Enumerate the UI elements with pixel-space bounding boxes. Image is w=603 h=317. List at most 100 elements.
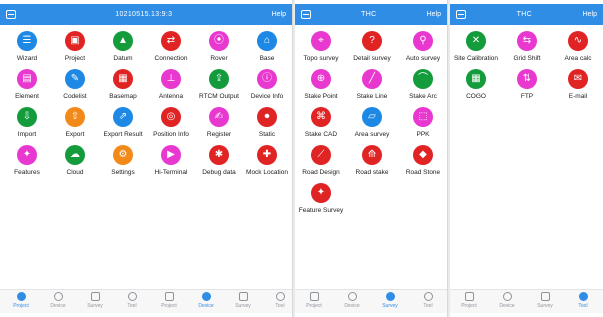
function-item[interactable]: ▣ Project xyxy=(49,31,101,71)
tab-project[interactable]: Project xyxy=(151,292,187,312)
help-link[interactable]: Help xyxy=(272,11,286,18)
function-item[interactable]: ☰ Wizard xyxy=(1,31,53,71)
tab-label: Tool xyxy=(423,303,433,309)
function-item[interactable]: ▲ Datum xyxy=(97,31,149,71)
scan-icon[interactable] xyxy=(301,10,311,19)
tab-device[interactable]: Device xyxy=(334,292,370,312)
function-label: Antenna xyxy=(158,93,184,100)
function-item[interactable]: ⇪ RTCM Output xyxy=(193,69,245,109)
device-tab-icon xyxy=(53,292,63,301)
tab-survey[interactable]: Survey xyxy=(527,292,563,312)
function-item[interactable]: ⓘ Device Info xyxy=(241,69,293,109)
function-item[interactable]: ⇆ Grid Shift xyxy=(501,31,553,71)
function-label: Connection xyxy=(154,55,188,62)
tab-label: Tool xyxy=(275,303,285,309)
stake-line-icon: ╱ xyxy=(362,69,382,89)
tab-tool[interactable]: Tool xyxy=(565,292,601,312)
base-icon: ⌂ xyxy=(257,31,277,51)
tab-survey[interactable]: Survey xyxy=(77,292,113,312)
function-item[interactable]: ✦ Feature Survey xyxy=(295,183,347,223)
ftp-icon: ⇅ xyxy=(517,69,537,89)
function-item[interactable]: ⟋ Road Design xyxy=(295,145,347,185)
function-item[interactable]: ◆ Road Stone xyxy=(397,145,449,185)
function-item[interactable]: ⌖ Topo survey xyxy=(295,31,347,71)
bottom-navigation: Project Device Survey Tool xyxy=(450,289,603,313)
function-item[interactable]: ∿ Area calc xyxy=(552,31,603,71)
function-item[interactable]: ✉ E-mail xyxy=(552,69,603,109)
function-label: Basemap xyxy=(109,93,137,100)
tab-tool[interactable]: Tool xyxy=(262,292,298,312)
function-label: Grid Shift xyxy=(513,55,541,62)
function-item[interactable]: ▱ Area survey xyxy=(346,107,398,147)
scan-icon[interactable] xyxy=(6,10,16,19)
function-item[interactable]: ⊕ Stake Point xyxy=(295,69,347,109)
function-item[interactable]: ⏺ Static xyxy=(241,107,293,147)
mock-location-icon: ✚ xyxy=(257,145,277,165)
function-item[interactable]: ▤ Element xyxy=(1,69,53,109)
function-item[interactable]: ✱ Debug data xyxy=(193,145,245,185)
tab-project[interactable]: Project xyxy=(3,292,39,312)
function-item[interactable]: ⬚ PPK xyxy=(397,107,449,147)
function-item[interactable]: ╱ Stake Line xyxy=(346,69,398,109)
topo-survey-icon: ⌖ xyxy=(311,31,331,51)
settings-icon: ⚙ xyxy=(113,145,133,165)
function-item[interactable]: ⇧ Export xyxy=(49,107,101,147)
auto-survey-icon: ⚲ xyxy=(413,31,433,51)
codelist-icon: ✎ xyxy=(65,69,85,89)
tab-project[interactable]: Project xyxy=(451,292,487,312)
function-item[interactable]: ✎ Codelist xyxy=(49,69,101,109)
tool-tab-icon xyxy=(423,292,433,301)
wizard-icon: ☰ xyxy=(17,31,37,51)
function-label: Register xyxy=(206,131,232,138)
tab-tool[interactable]: Tool xyxy=(410,292,446,312)
function-label: Position Info xyxy=(153,131,189,138)
function-item[interactable]: ⌂ Base xyxy=(241,31,293,71)
function-item[interactable]: ⇗ Export Result xyxy=(97,107,149,147)
tab-label: Device xyxy=(344,303,360,309)
tab-label: Tool xyxy=(578,303,588,309)
help-link[interactable]: Help xyxy=(427,11,441,18)
function-label: Settings xyxy=(111,169,135,176)
function-item[interactable]: ✚ Mock Location xyxy=(241,145,293,185)
tab-survey[interactable]: Survey xyxy=(372,292,408,312)
device-info-icon: ⓘ xyxy=(257,69,277,89)
function-item[interactable]: ✕ Site Calibration xyxy=(450,31,502,71)
basemap-icon: ▦ xyxy=(113,69,133,89)
function-item[interactable]: ⚙ Settings xyxy=(97,145,149,185)
function-item[interactable]: ▶ Hi-Terminal xyxy=(145,145,197,185)
stake-cad-icon: ⌘ xyxy=(311,107,331,127)
tab-device[interactable]: Device xyxy=(40,292,76,312)
function-item[interactable]: ⇄ Connection xyxy=(145,31,197,71)
tab-tool[interactable]: Tool xyxy=(114,292,150,312)
function-item[interactable]: ▦ Basemap xyxy=(97,69,149,109)
function-item[interactable]: ⌘ Stake CAD xyxy=(295,107,347,147)
tab-label: Tool xyxy=(127,303,137,309)
function-item[interactable]: ✦ Features xyxy=(1,145,53,185)
tab-project[interactable]: Project xyxy=(296,292,332,312)
function-item[interactable]: ⟰ Road stake xyxy=(346,145,398,185)
tab-device[interactable]: Device xyxy=(489,292,525,312)
function-item[interactable]: ⊥ Antenna xyxy=(145,69,197,109)
function-item[interactable]: ✍ Register xyxy=(193,107,245,147)
terminal-icon: ▶ xyxy=(161,145,181,165)
function-item[interactable]: ☁ Cloud xyxy=(49,145,101,185)
function-item[interactable]: ⦿ Rover xyxy=(193,31,245,71)
features-icon: ✦ xyxy=(17,145,37,165)
function-label: Site Calibration xyxy=(453,55,499,62)
tab-survey[interactable]: Survey xyxy=(225,292,261,312)
register-icon: ✍ xyxy=(209,107,229,127)
help-link[interactable]: Help xyxy=(583,11,597,18)
function-item[interactable]: ⚲ Auto survey xyxy=(397,31,449,71)
function-item[interactable]: ⌒ Stake Arc xyxy=(397,69,449,109)
function-item[interactable]: ▦ COGO xyxy=(450,69,502,109)
function-label: Import xyxy=(17,131,37,138)
detail-survey-icon: ? xyxy=(362,31,382,51)
function-item[interactable]: ? Detail survey xyxy=(346,31,398,71)
scan-icon[interactable] xyxy=(456,10,466,19)
function-label: FTP xyxy=(520,93,534,100)
function-item[interactable]: ◎ Position Info xyxy=(145,107,197,147)
tab-device[interactable]: Device xyxy=(188,292,224,312)
function-item[interactable]: ⇩ Import xyxy=(1,107,53,147)
survey-tab-icon xyxy=(385,292,395,301)
function-item[interactable]: ⇅ FTP xyxy=(501,69,553,109)
